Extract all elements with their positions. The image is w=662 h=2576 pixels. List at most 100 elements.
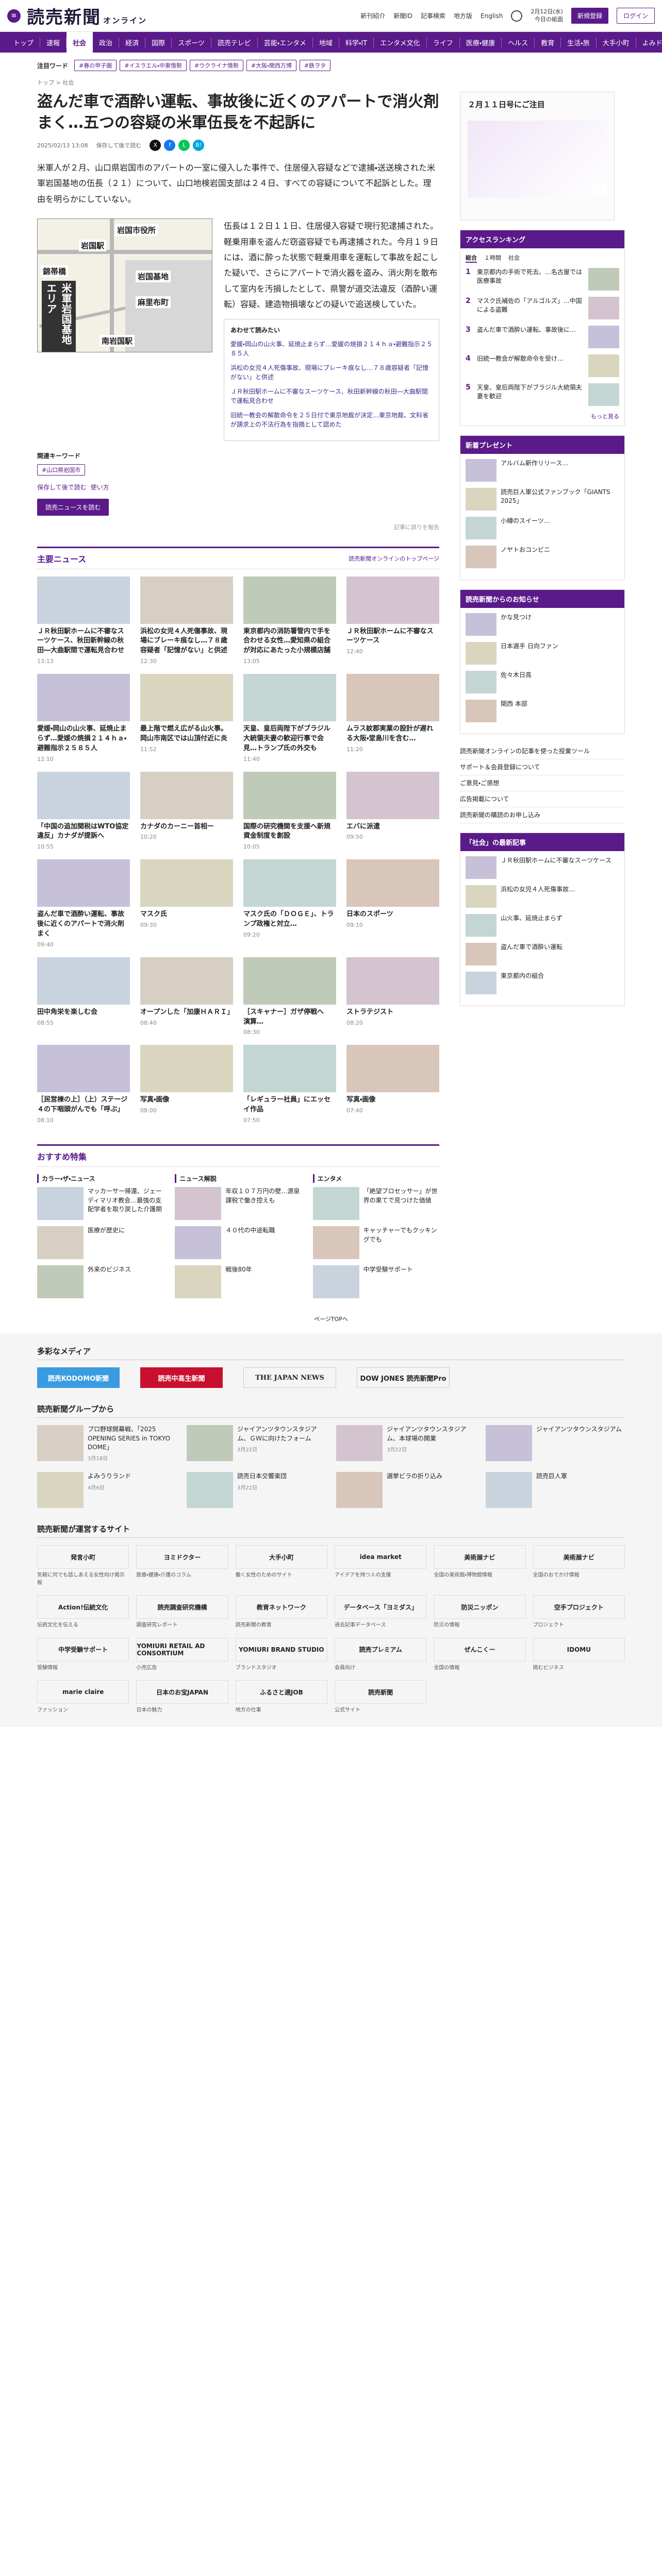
site-card[interactable]: 読売新聞 公式サイト <box>334 1680 427 1715</box>
report-error-link[interactable]: 記事に誤りを報告 <box>37 523 439 531</box>
site-card[interactable]: idea market アイデアを持つ人の支援 <box>334 1545 427 1587</box>
nav-item[interactable]: 生活・旅 <box>561 37 597 47</box>
news-card[interactable]: ［民営棟の上］（上）ステージ４の下咽頭がんでも「呼ぶ」 08:10 <box>37 1045 130 1124</box>
hot-tag[interactable]: #ウクライナ情勢 <box>189 60 243 71</box>
site-card[interactable]: YOMIURI BRAND STUDIO ブランドスタジオ <box>235 1637 327 1672</box>
news-card[interactable]: 「レギュラー社員」にエッセイ作品 07:50 <box>243 1045 336 1124</box>
search-icon[interactable] <box>511 10 523 22</box>
site-card[interactable]: 発言小町 気軽に何でも話しあえる女性向け掲示板 <box>37 1545 129 1587</box>
header-link[interactable]: 地方版 <box>454 11 472 20</box>
group-item[interactable]: 読売巨人軍 <box>486 1472 625 1509</box>
nav-item[interactable]: 政治 <box>93 37 120 47</box>
main-news-more-link[interactable]: 読売新聞オンラインのトップページ <box>349 554 439 563</box>
news-card[interactable]: 天皇、皇后両陛下がブラジル大統領夫妻の歓迎行事で会見…トランプ氏の外交も 11:4… <box>243 674 336 762</box>
ranking-item[interactable]: 4 旧統一教会が解散命令を受け… <box>466 354 619 377</box>
site-card[interactable]: 大手小町 働く女性のためのサイト <box>235 1545 327 1587</box>
header-link[interactable]: 新刊紹介 <box>360 11 385 20</box>
latest-item[interactable]: 東京都内の組合 <box>466 972 619 994</box>
header-link[interactable]: 新聞ID <box>393 11 412 20</box>
group-item[interactable]: ジャイアンツタウンスタジアム <box>486 1425 625 1462</box>
subscribe-button[interactable]: 新規登録 <box>571 8 608 24</box>
news-card[interactable]: 写真・画像 07:40 <box>346 1045 439 1124</box>
news-card[interactable]: エバに派遣 09:50 <box>346 771 439 851</box>
nav-item[interactable]: エンタメ文化 <box>374 37 427 47</box>
nav-item[interactable]: 国際 <box>145 37 172 47</box>
site-card[interactable]: YOMIURI RETAIL AD CONSORTIUM 小売広告 <box>136 1637 228 1672</box>
nav-item[interactable]: 速報 <box>40 37 67 47</box>
recommend-item[interactable]: 年収１０７万円の壁…源泉課税で働き控えも <box>175 1187 301 1221</box>
site-card[interactable]: ヨミドクター 医療・健康・介護のコラム <box>136 1545 228 1587</box>
site-card[interactable]: 美術展ナビ 全国のおでかけ情報 <box>533 1545 625 1587</box>
info-item[interactable]: かな見つけ <box>466 613 619 636</box>
side-ad[interactable]: ２月１１日号にご注目 <box>460 92 615 221</box>
nav-item[interactable]: 芸能・エンタメ <box>258 37 313 47</box>
ranking-item[interactable]: 1 東京都内の手術で死去、…名古屋では医療事故 <box>466 268 619 291</box>
site-card[interactable]: データベース「ヨミダス」 過去記事データベース <box>334 1595 427 1630</box>
media-logo[interactable]: THE JAPAN NEWS <box>243 1367 336 1388</box>
nav-item[interactable]: ライフ <box>427 37 460 47</box>
news-card[interactable]: ＪＲ秋田駅ホームに不審なスーツケース 12:40 <box>346 576 439 665</box>
news-card[interactable]: 写真・画像 08:00 <box>140 1045 233 1124</box>
related-link[interactable]: 旧統一教会の解散命令を２５日付で東京地裁が決定…東京地裁、文科省が請求上の不法行… <box>230 411 433 429</box>
ranking-item[interactable]: 3 盗んだ車で酒酔い運転、事故後に… <box>466 326 619 348</box>
nav-item[interactable]: 大手小町 <box>597 37 636 47</box>
site-card[interactable]: 美術展ナビ 全国の美術館・博物館情報 <box>434 1545 526 1587</box>
tab-hour[interactable]: １時間 <box>484 253 501 263</box>
hot-tag[interactable]: #春の甲子園 <box>74 60 117 71</box>
ranking-item[interactable]: 2 マスク氏補佐の「アルゴルズ」…中国による盗難 <box>466 297 619 319</box>
present-item[interactable]: 小樽のスイーツ… <box>466 517 619 539</box>
how-to-link[interactable]: 使い方 <box>91 483 109 492</box>
recommend-item[interactable]: キャッチャーでもクッキングでも <box>312 1226 439 1260</box>
latest-item[interactable]: 浜松の女児４人死傷事故… <box>466 885 619 908</box>
present-item[interactable]: アルバム新作リリース… <box>466 459 619 482</box>
news-card[interactable]: 日本のスポーツ 09:10 <box>346 859 439 948</box>
ranking-more-link[interactable]: もっと見る <box>466 412 619 420</box>
news-card[interactable]: 国際の研究機関を支援へ新規資金制度を創設 10:05 <box>243 771 336 850</box>
site-card[interactable]: 空手プロジェクト プロジェクト <box>533 1595 625 1630</box>
site-card[interactable]: 防災ニッポン 防災の情報 <box>434 1595 526 1630</box>
news-card[interactable]: ［スキャナー］ガザ停戦へ 演算… 08:30 <box>243 957 336 1036</box>
group-item[interactable]: よみうりランド 4月6日 <box>37 1472 176 1509</box>
read-news-button[interactable]: 読売ニュースを読む <box>37 498 109 516</box>
date-info[interactable]: 2月12日(水) 今日の紙面 <box>531 8 563 23</box>
recommend-item[interactable]: 医療が歴史に <box>37 1226 163 1260</box>
recommend-item[interactable]: マッカーサー帰還、ジェーディマリオ教会…最強の支配学者を取り戻した介護期 <box>37 1187 163 1221</box>
news-card[interactable]: 「中国の追加関税はWTO協定違反」カナダが提訴へ 10:55 <box>37 771 130 850</box>
recommend-item[interactable]: 「絶望ブロセッサー」が世界の果てで見つけた価値 <box>312 1187 439 1221</box>
news-card[interactable]: 最上階で燃え広がる山火事。岡山市南区では山頂付近に炎 11:52 <box>140 674 233 762</box>
present-item[interactable]: ノヤトおコンビニ <box>466 546 619 568</box>
menu-icon[interactable]: ≡ <box>7 9 21 23</box>
x-share-icon[interactable]: X <box>150 140 161 151</box>
nav-item[interactable]: 教育 <box>535 37 561 47</box>
side-link[interactable]: 読売新聞の購読のお申し込み <box>460 807 625 823</box>
recommend-item[interactable]: 外来のビジネス <box>37 1265 163 1299</box>
tab-society[interactable]: 社会 <box>508 253 520 263</box>
recommend-item[interactable]: 中学受験サポート <box>312 1265 439 1299</box>
group-item[interactable]: ジャイアンツタウンスタジアム、本球場の開業 3月22日 <box>336 1425 475 1462</box>
site-card[interactable]: 日本のお宝JAPAN 日本の魅力 <box>136 1680 228 1715</box>
site-card[interactable]: 読売プレミアム 会員向け <box>334 1637 427 1672</box>
group-item[interactable]: 選挙ビラの折り込み <box>336 1472 475 1509</box>
nav-item[interactable]: 社会 <box>67 32 93 53</box>
site-card[interactable]: 中学受験サポート 受験情報 <box>37 1637 129 1672</box>
site-card[interactable]: ふるさと適JOB 地方の仕事 <box>235 1680 327 1715</box>
header-link[interactable]: 記事検索 <box>421 11 445 20</box>
latest-item[interactable]: 山火事、延焼止まらず <box>466 914 619 937</box>
news-card[interactable]: マスク氏の「ＤＯＧＥ」、トランプ政権と対立… 09:20 <box>243 859 336 948</box>
news-card[interactable]: オープンした「加康ＨＡＲＩ」 08:40 <box>140 957 234 1036</box>
side-link[interactable]: ご意見・ご感想 <box>460 775 625 791</box>
media-logo[interactable]: 読売KODOMO新聞 <box>37 1367 120 1388</box>
related-link[interactable]: ＪＲ秋田駅ホームに不審なスーツケース、秋田新幹線の秋田―大曲駅間で運転見合わせ <box>230 387 433 405</box>
tab-total[interactable]: 総合 <box>466 253 477 263</box>
side-link[interactable]: 広告掲載について <box>460 791 625 807</box>
info-item[interactable]: 日本選手 日向ファン <box>466 642 619 665</box>
nav-item[interactable]: スポーツ <box>172 37 211 47</box>
related-link[interactable]: 浜松の女児４人死傷事故、現場にブレーキ痕なし…７８歳容疑者「記憶がない」と供述 <box>230 363 433 382</box>
nav-item[interactable]: ヘルス <box>502 37 535 47</box>
side-link[interactable]: サポート＆会員登録について <box>460 759 625 775</box>
nav-item[interactable]: 医療・健康 <box>460 37 502 47</box>
news-card[interactable]: 東京都内の消防署管内で手を合わせる女性…愛知県の組合が対応にあたった小規模店舗 1… <box>243 576 336 665</box>
latest-item[interactable]: 盗んだ車で酒酔い運転 <box>466 943 619 965</box>
nav-item[interactable]: 地域 <box>313 37 339 47</box>
recommend-item[interactable]: 戦後80年 <box>175 1265 301 1299</box>
